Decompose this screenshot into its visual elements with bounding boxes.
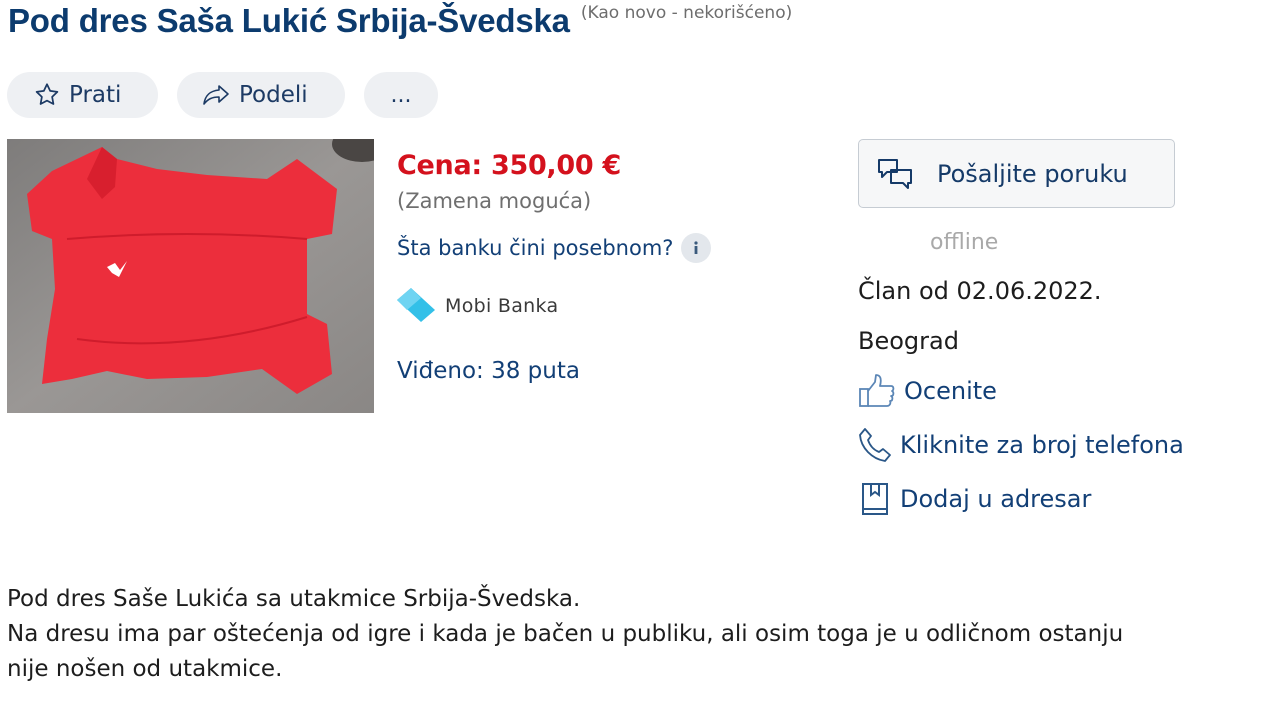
- bookmark-icon: [862, 483, 888, 515]
- bank-question-label: Šta banku čini posebnom?: [397, 236, 674, 260]
- thumbs-up-icon: [859, 374, 895, 407]
- online-status: offline: [930, 230, 999, 255]
- share-arrow-icon: [203, 85, 229, 105]
- view-count: Viđeno: 38 puta: [397, 358, 580, 384]
- phone-link[interactable]: Kliknite za broj telefona: [858, 427, 1278, 463]
- seller-city: Beograd: [858, 327, 959, 355]
- listing-photo[interactable]: [7, 139, 374, 413]
- description-line: Na dresu ima par oštećenja od igre i kad…: [7, 621, 1124, 647]
- swap-note: (Zamena moguća): [397, 189, 592, 213]
- description-line: nije nošen od utakmice.: [7, 656, 283, 682]
- chat-bubbles-icon: [878, 158, 912, 189]
- follow-button[interactable]: Prati: [7, 72, 158, 118]
- addressbook-label: Dodaj u adresar: [900, 485, 1092, 513]
- share-button[interactable]: Podeli: [177, 72, 345, 118]
- star-icon: [35, 83, 59, 105]
- action-bar: Prati Podeli ...: [7, 72, 438, 118]
- member-since: Član od 02.06.2022.: [858, 277, 1102, 305]
- listing-title: Pod dres Saša Lukić Srbija-Švedska: [8, 2, 570, 39]
- rate-label: Ocenite: [904, 377, 997, 405]
- jersey-image: [7, 139, 374, 413]
- send-message-button[interactable]: Pošaljite poruku: [858, 139, 1175, 208]
- phone-label: Kliknite za broj telefona: [900, 431, 1184, 459]
- condition-label: (Kao novo - nekorišćeno): [580, 3, 793, 23]
- more-button[interactable]: ...: [364, 72, 438, 118]
- send-message-label: Pošaljite poruku: [937, 159, 1128, 188]
- follow-label: Prati: [69, 82, 122, 108]
- bank-logo-icon: [397, 288, 435, 322]
- bank-question-link[interactable]: Šta banku čini posebnom?: [397, 233, 712, 263]
- share-label: Podeli: [239, 82, 308, 108]
- listing-description: Pod dres Saše Lukića sa utakmice Srbija-…: [7, 582, 1123, 687]
- title-row: Pod dres Saša Lukić Srbija-Švedska (Kao …: [8, 2, 792, 40]
- price-info: Cena: 350,00 € (Zamena moguća) Šta banku…: [397, 150, 712, 384]
- phone-icon: [859, 428, 891, 462]
- addressbook-link[interactable]: Dodaj u adresar: [858, 481, 1278, 517]
- rate-link[interactable]: Ocenite: [858, 373, 1278, 409]
- seller-panel: Pošaljite poruku offline Član od 02.06.2…: [858, 139, 1278, 517]
- bank-logo[interactable]: Mobi Banka: [397, 286, 711, 326]
- info-icon[interactable]: [681, 233, 712, 263]
- price: Cena: 350,00 €: [397, 150, 621, 181]
- description-line: Pod dres Saše Lukića sa utakmice Srbija-…: [7, 586, 581, 612]
- bank-name: Mobi Banka: [445, 295, 559, 317]
